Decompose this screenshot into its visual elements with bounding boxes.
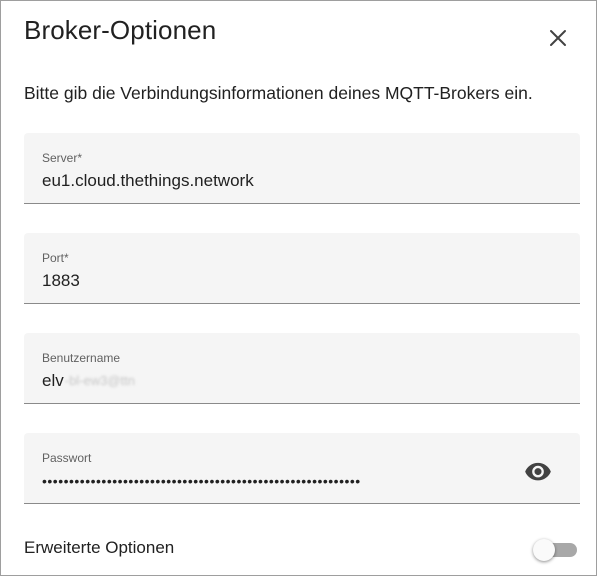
close-icon [550, 30, 566, 46]
close-button[interactable] [543, 23, 573, 53]
server-value[interactable]: eu1.cloud.thethings.network [42, 171, 254, 191]
username-field[interactable]: Benutzername elv-bl-ew3@ttn [24, 333, 580, 404]
password-value[interactable]: ••••••••••••••••••••••••••••••••••••••••… [42, 471, 512, 491]
broker-options-dialog: Broker-Optionen Bitte gib die Verbindung… [0, 0, 597, 576]
username-obscured-text: -bl-ew3@ttn [64, 373, 136, 388]
advanced-options-toggle[interactable] [533, 539, 579, 561]
password-label: Passwort [42, 451, 92, 465]
port-value[interactable]: 1883 [42, 271, 80, 291]
toggle-knob [533, 539, 555, 561]
port-field[interactable]: Port* 1883 [24, 233, 580, 304]
username-value[interactable]: elv-bl-ew3@ttn [42, 371, 135, 391]
advanced-options-label: Erweiterte Optionen [24, 538, 175, 557]
port-label: Port* [42, 251, 69, 265]
username-label: Benutzername [42, 351, 121, 365]
dialog-title: Broker-Optionen [24, 15, 217, 45]
username-visible-text: elv [42, 371, 64, 390]
eye-icon [525, 462, 551, 481]
server-field[interactable]: Server* eu1.cloud.thethings.network [24, 133, 580, 204]
toggle-password-visibility-button[interactable] [524, 457, 552, 485]
server-label: Server* [42, 151, 83, 165]
password-field[interactable]: Passwort •••••••••••••••••••••••••••••••… [24, 433, 580, 504]
dialog-description: Bitte gib die Verbindungsinformationen d… [24, 83, 533, 103]
